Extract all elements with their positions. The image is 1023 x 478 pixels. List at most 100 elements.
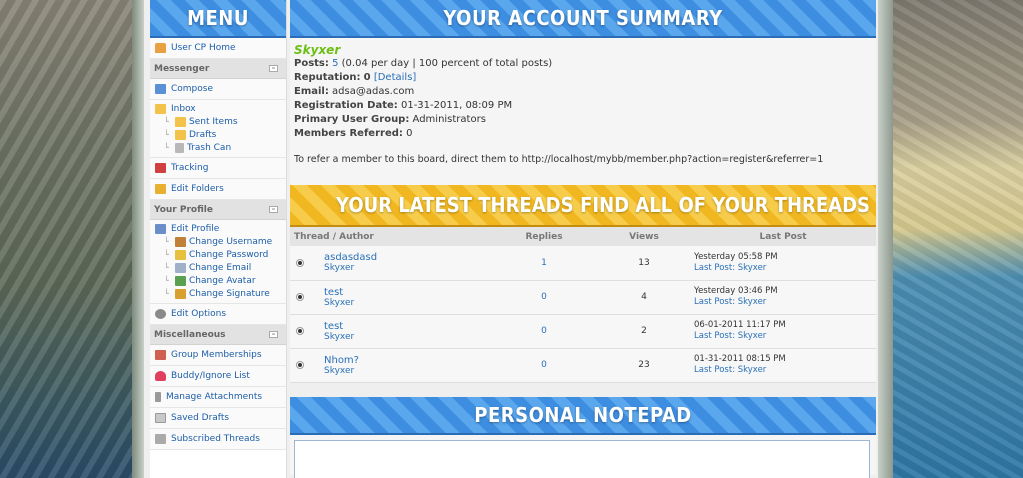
threads-header-row: Thread / Author Replies Views Last Post (290, 227, 876, 246)
account-summary-panel: Skyxer Posts: 5 (0.04 per day | 100 perc… (290, 38, 876, 185)
registration-line: Registration Date: 01-31-2011, 08:09 PM (294, 100, 513, 111)
menu-item-inbox[interactable]: Inbox (150, 102, 286, 115)
menu-item-label: Change Username (189, 236, 273, 247)
find-all-threads-link[interactable]: FIND ALL OF YOUR THREADS (580, 193, 870, 217)
collapse-icon[interactable]: – (269, 65, 278, 72)
menu-item-tracking[interactable]: Tracking (150, 158, 286, 179)
thread-replies-link[interactable]: 1 (490, 246, 598, 281)
menu-item-label: Drafts (189, 129, 217, 140)
main-content: YOUR ACCOUNT SUMMARY Skyxer Posts: 5 (0.… (290, 0, 876, 478)
last-post-user-link[interactable]: Skyxer (738, 297, 767, 307)
collapse-icon[interactable]: – (269, 206, 278, 213)
last-post-date: Yesterday 05:58 PM (694, 251, 778, 262)
email-value: adsa@adas.com (332, 86, 415, 97)
key-icon (175, 249, 186, 260)
section-title: Messenger (154, 63, 210, 74)
menu-item-change-avatar[interactable]: └ Change Avatar (150, 274, 286, 287)
inbox-group: Inbox └ Sent Items └ Drafts └ Trash Can (150, 100, 286, 158)
menu-item-change-email[interactable]: └ Change Email (150, 261, 286, 274)
table-row: asdasdasd Skyxer 1 13 Yesterday 05:58 PM… (290, 246, 876, 281)
menu-item-label: User CP Home (171, 43, 236, 53)
menu-item-buddy-ignore[interactable]: Buddy/Ignore List (150, 366, 286, 387)
decorative-background-right (893, 0, 1023, 478)
thread-author-link[interactable]: Skyxer (324, 263, 377, 273)
tree-connector: └ (164, 276, 169, 285)
menu-item-change-username[interactable]: └ Change Username (150, 235, 286, 248)
menu-item-label: Inbox (171, 103, 196, 114)
section-header-profile[interactable]: Your Profile – (150, 200, 286, 220)
thread-status-icon (296, 361, 304, 369)
menu-item-compose[interactable]: Compose (150, 79, 286, 100)
menu-item-label: Change Signature (189, 288, 270, 299)
tree-connector: └ (164, 130, 169, 139)
tree-connector: └ (164, 289, 169, 298)
trash-icon (175, 142, 184, 153)
usercp-menu: MENU User CP Home Messenger – Compose In… (150, 0, 287, 478)
col-replies: Replies (490, 227, 598, 246)
thread-replies-link[interactable]: 0 (490, 348, 598, 383)
thread-title-link[interactable]: test (324, 287, 354, 298)
thread-author-link[interactable]: Skyxer (324, 332, 354, 342)
last-post-link[interactable]: Last Post: (694, 263, 735, 273)
decorative-border-left (132, 0, 144, 478)
group-icon (155, 350, 166, 360)
posts-line: Posts: 5 (0.04 per day | 100 percent of … (294, 58, 553, 69)
table-row: test Skyxer 0 2 06-01-2011 11:17 PM Last… (290, 314, 876, 349)
section-title: Your Profile (154, 204, 213, 215)
last-post-link[interactable]: Last Post: (694, 331, 735, 341)
menu-item-edit-profile[interactable]: Edit Profile (150, 222, 286, 235)
menu-item-edit-folders[interactable]: Edit Folders (150, 179, 286, 200)
thread-author-link[interactable]: Skyxer (324, 366, 359, 376)
menu-item-drafts[interactable]: └ Drafts (150, 128, 286, 141)
menu-item-manage-attachments[interactable]: Manage Attachments (150, 387, 286, 408)
menu-item-edit-options[interactable]: Edit Options (150, 304, 286, 325)
menu-item-saved-drafts[interactable]: Saved Drafts (150, 408, 286, 429)
thread-title-link[interactable]: test (324, 321, 354, 332)
menu-item-label: Saved Drafts (171, 413, 230, 423)
section-header-messenger[interactable]: Messenger – (150, 59, 286, 79)
envelope-icon (155, 84, 166, 94)
last-post-date: Yesterday 03:46 PM (694, 286, 778, 296)
thread-title-link[interactable]: asdasdasd (324, 252, 377, 263)
email-line: Email: adsa@adas.com (294, 86, 415, 97)
menu-banner: MENU (150, 0, 286, 38)
last-post-link[interactable]: Last Post: (694, 365, 735, 375)
menu-item-change-signature[interactable]: └ Change Signature (150, 287, 286, 300)
thread-views: 4 (598, 280, 690, 315)
menu-item-label: Change Email (189, 262, 252, 273)
thread-replies-link[interactable]: 0 (490, 280, 598, 315)
col-views: Views (598, 227, 690, 246)
menu-item-label: Change Avatar (189, 275, 256, 286)
collapse-icon[interactable]: – (269, 331, 278, 338)
notepad-textarea[interactable] (294, 439, 870, 478)
thread-status-icon (296, 258, 304, 267)
posts-count-link[interactable]: 5 (332, 58, 338, 69)
profile-group: Edit Profile └ Change Username └ Change … (150, 220, 286, 304)
thread-views: 2 (598, 314, 690, 349)
menu-item-label: Compose (171, 84, 214, 94)
heart-icon (155, 371, 166, 381)
menu-item-trash-can[interactable]: └ Trash Can (150, 141, 286, 154)
thread-title-link[interactable]: Nhom? (324, 355, 359, 366)
reputation-details-link[interactable]: [Details] (374, 72, 416, 83)
menu-item-label: Edit Profile (171, 223, 220, 234)
reputation-line: Reputation: 0 [Details] (294, 72, 417, 83)
menu-item-change-password[interactable]: └ Change Password (150, 248, 286, 261)
profile-icon (155, 223, 166, 234)
folder-icon (175, 116, 186, 127)
last-post-link[interactable]: Last Post: (694, 297, 735, 307)
posts-stats: (0.04 per day | 100 percent of total pos… (341, 58, 553, 69)
last-post-user-link[interactable]: Skyxer (738, 365, 767, 375)
last-post-user-link[interactable]: Skyxer (738, 263, 767, 273)
menu-item-label: Edit Options (171, 309, 227, 319)
thread-replies-link[interactable]: 0 (490, 314, 598, 349)
section-header-misc[interactable]: Miscellaneous – (150, 325, 286, 345)
menu-item-subscribed-threads[interactable]: Subscribed Threads (150, 429, 286, 450)
table-row: Nhom? Skyxer 0 23 01-31-2011 08:15 PM La… (290, 348, 876, 383)
menu-item-label: Sent Items (189, 116, 238, 127)
menu-item-sent-items[interactable]: └ Sent Items (150, 115, 286, 128)
menu-item-group-memberships[interactable]: Group Memberships (150, 345, 286, 366)
thread-author-link[interactable]: Skyxer (324, 298, 354, 308)
menu-item-usercp-home[interactable]: User CP Home (150, 38, 286, 59)
last-post-user-link[interactable]: Skyxer (738, 331, 767, 341)
